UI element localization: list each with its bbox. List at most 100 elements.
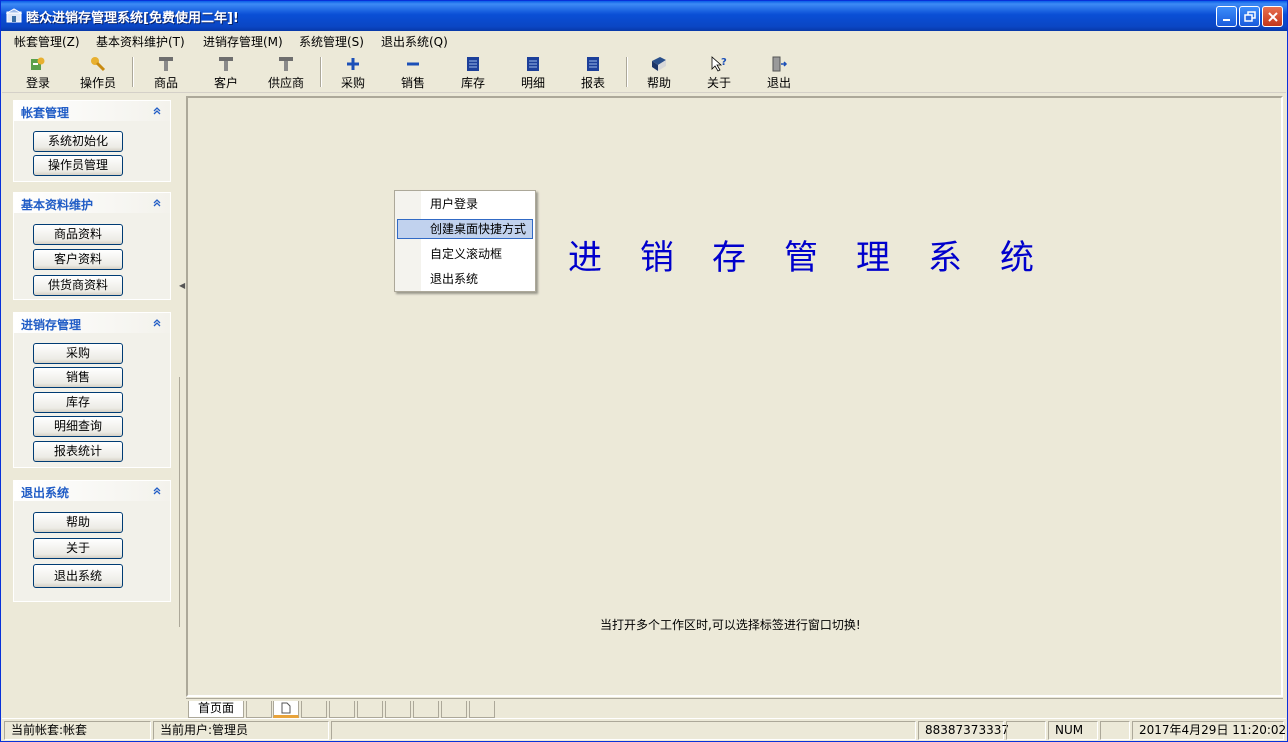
toolbar-login-button[interactable]: 登录 — [10, 54, 66, 90]
collapse-arrow-icon[interactable]: ◀ — [179, 281, 185, 290]
status-blank — [1006, 721, 1046, 740]
toolbar-purchase-button[interactable]: 采购 — [325, 54, 381, 90]
app-icon — [6, 8, 22, 23]
table-icon — [587, 57, 599, 71]
sidebar-group-basic-data: 基本资料维护 商品资料 客户资料 供货商资料 — [13, 192, 171, 300]
toolbar-detail-button[interactable]: 明细 — [505, 54, 561, 90]
supplier-data-button[interactable]: 供货商资料 — [33, 275, 123, 296]
menu-system[interactable]: 系统管理(S) — [299, 33, 364, 50]
collapse-icon[interactable] — [151, 485, 163, 497]
minimize-button[interactable] — [1216, 6, 1237, 27]
title-bar[interactable]: 睦众进销存管理系统[免费使用二年]! — [1, 1, 1287, 31]
group-header[interactable]: 进销存管理 — [14, 313, 170, 333]
menu-basic-data[interactable]: 基本资料维护(T) — [96, 33, 185, 50]
sidebar: 帐套管理 系统初始化 操作员管理 基本资料维护 商品资料 客户资料 供货商资料 … — [2, 94, 178, 717]
panel-splitter[interactable]: ◀ — [178, 94, 186, 717]
book-icon — [652, 57, 666, 71]
context-item-custom-scroll[interactable]: 自定义滚动框 — [397, 244, 533, 264]
restore-button[interactable] — [1239, 6, 1260, 27]
report-stats-button[interactable]: 报表统计 — [33, 441, 123, 462]
collapse-icon[interactable] — [151, 197, 163, 209]
login-icon — [31, 57, 45, 70]
status-bar: 当前帐套:帐套 当前用户:管理员 88387373337 NUM 2017年4月… — [2, 718, 1286, 741]
exit-system-button[interactable]: 退出系统 — [33, 564, 123, 588]
toolbar-about-button[interactable]: ? 关于 — [691, 54, 747, 90]
system-init-button[interactable]: 系统初始化 — [33, 131, 123, 152]
status-user: 当前用户:管理员 — [153, 721, 329, 740]
menu-bar: 帐套管理(Z) 基本资料维护(T) 进销存管理(M) 系统管理(S) 退出系统(… — [2, 31, 1286, 51]
menu-account[interactable]: 帐套管理(Z) — [14, 33, 80, 50]
splitter-grip[interactable] — [179, 377, 184, 627]
menu-exit[interactable]: 退出系统(Q) — [381, 33, 448, 50]
help-button[interactable]: 帮助 — [33, 512, 123, 533]
main-workspace: 进销存管理系统 当打开多个工作区时,可以选择标签进行窗口切换! — [186, 96, 1283, 697]
hammer-icon — [279, 57, 293, 71]
sidebar-group-inventory: 进销存管理 采购 销售 库存 明细查询 报表统计 — [13, 312, 171, 468]
tab-active[interactable] — [273, 701, 299, 718]
toolbar-separator — [626, 57, 628, 87]
menu-inventory[interactable]: 进销存管理(M) — [203, 33, 283, 50]
tab-home[interactable]: 首页面 — [188, 701, 244, 718]
collapse-icon[interactable] — [151, 105, 163, 117]
about-button[interactable]: 关于 — [33, 538, 123, 559]
document-icon — [281, 702, 291, 714]
status-datetime: 2017年4月29日 11:20:02 — [1132, 721, 1286, 740]
tab-empty[interactable] — [469, 701, 495, 718]
context-item-user-login[interactable]: 用户登录 — [397, 194, 533, 214]
sales-button[interactable]: 销售 — [33, 367, 123, 388]
restore-icon — [1244, 11, 1256, 22]
collapse-icon[interactable] — [151, 317, 163, 329]
toolbar-separator — [320, 57, 322, 87]
table-icon — [527, 57, 539, 71]
toolbar-separator — [132, 57, 134, 87]
tab-bar: 首页面 — [186, 698, 1283, 718]
context-item-exit-system[interactable]: 退出系统 — [397, 269, 533, 289]
tab-empty[interactable] — [385, 701, 411, 718]
purchase-button[interactable]: 采购 — [33, 343, 123, 364]
sidebar-group-exit: 退出系统 帮助 关于 退出系统 — [13, 480, 171, 602]
toolbar-help-button[interactable]: 帮助 — [631, 54, 687, 90]
tab-empty[interactable] — [301, 701, 327, 718]
tab-empty[interactable] — [413, 701, 439, 718]
status-phone: 88387373337 — [918, 721, 1009, 740]
toolbar-customer-button[interactable]: 客户 — [198, 54, 254, 90]
key-icon — [91, 57, 106, 72]
status-blank — [331, 721, 916, 740]
operator-manage-button[interactable]: 操作员管理 — [33, 155, 123, 176]
tab-empty[interactable] — [329, 701, 355, 718]
toolbar-operator-button[interactable]: 操作员 — [70, 54, 126, 90]
toolbar-report-button[interactable]: 报表 — [565, 54, 621, 90]
tab-empty[interactable] — [357, 701, 383, 718]
group-header[interactable]: 退出系统 — [14, 481, 170, 501]
tab-empty[interactable] — [441, 701, 467, 718]
toolbar-exit-button[interactable]: 退出 — [751, 54, 807, 90]
status-num-lock: NUM — [1048, 721, 1098, 740]
page-title: 进销存管理系统 — [568, 238, 1072, 278]
close-button[interactable] — [1262, 6, 1283, 27]
group-header[interactable]: 帐套管理 — [14, 101, 170, 121]
svg-text:?: ? — [721, 57, 727, 68]
toolbar-sales-button[interactable]: 销售 — [385, 54, 441, 90]
minus-icon — [407, 62, 419, 66]
detail-query-button[interactable]: 明细查询 — [33, 416, 123, 437]
toolbar-goods-button[interactable]: 商品 — [138, 54, 194, 90]
help-cursor-icon: ? — [711, 56, 727, 72]
goods-data-button[interactable]: 商品资料 — [33, 224, 123, 245]
plus-icon — [347, 58, 359, 70]
customer-data-button[interactable]: 客户资料 — [33, 249, 123, 270]
stock-button[interactable]: 库存 — [33, 392, 123, 413]
toolbar-stock-button[interactable]: 库存 — [445, 54, 501, 90]
toolbar-supplier-button[interactable]: 供应商 — [258, 54, 314, 90]
minimize-icon — [1223, 19, 1230, 21]
tab-empty[interactable] — [246, 701, 272, 718]
close-icon — [1268, 12, 1278, 22]
group-header[interactable]: 基本资料维护 — [14, 193, 170, 213]
hint-text: 当打开多个工作区时,可以选择标签进行窗口切换! — [600, 618, 861, 632]
context-item-create-shortcut[interactable]: 创建桌面快捷方式 — [397, 219, 533, 239]
sidebar-group-account: 帐套管理 系统初始化 操作员管理 — [13, 100, 171, 182]
app-window: 睦众进销存管理系统[免费使用二年]! 帐套管理(Z) 基本资料维护(T) 进销存… — [0, 0, 1288, 742]
exit-door-icon — [772, 56, 788, 72]
window-title: 睦众进销存管理系统[免费使用二年]! — [26, 11, 239, 26]
status-blank — [1100, 721, 1130, 740]
hammer-icon — [219, 57, 233, 71]
